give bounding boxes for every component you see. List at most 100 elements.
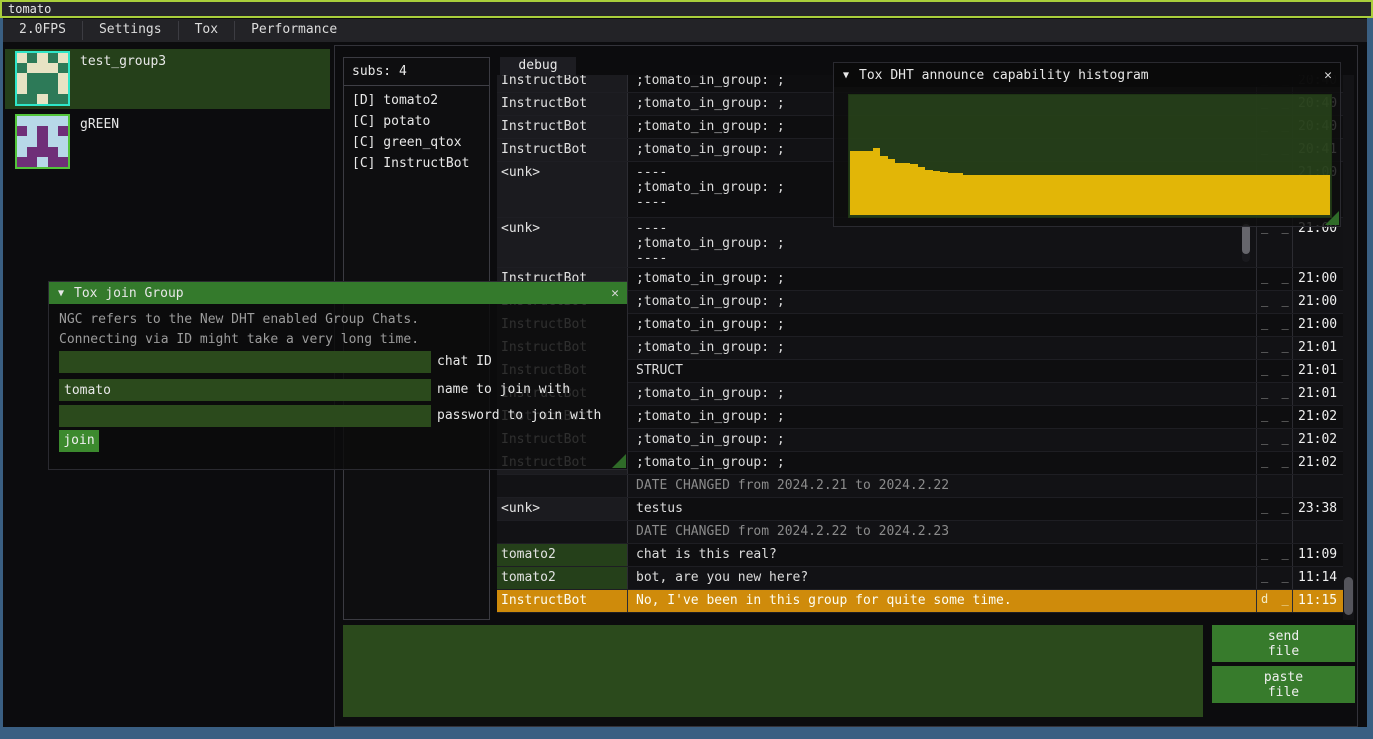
histogram-bar — [1210, 175, 1218, 215]
message-scrollbar[interactable] — [1242, 222, 1250, 262]
chat-row[interactable]: InstructBotNo, I've been in this group f… — [497, 590, 1343, 613]
chat-id-label: chat ID — [431, 351, 492, 373]
message-sender[interactable]: <unk> — [497, 162, 628, 217]
message-status — [1256, 475, 1292, 497]
resize-grip-icon[interactable] — [1325, 211, 1339, 225]
message-timestamp: 21:00 — [1292, 268, 1342, 290]
histogram-bar — [1165, 175, 1173, 215]
histogram-bar — [1060, 175, 1068, 215]
menu-item-performance[interactable]: Performance — [235, 19, 353, 42]
avatar-pixel — [37, 94, 47, 104]
avatar-pixel — [48, 73, 58, 83]
histogram-bar — [1083, 175, 1091, 215]
member-row-tomato2[interactable]: [D] tomato2 — [344, 90, 489, 111]
message-status: _ _ — [1256, 498, 1292, 520]
join-password-input[interactable] — [59, 405, 431, 427]
avatar-pixel — [17, 53, 27, 63]
chat-row[interactable]: <unk>testus_ _23:38 — [497, 498, 1343, 521]
paste-file-button[interactable]: paste file — [1212, 666, 1355, 703]
close-icon[interactable]: ✕ — [1316, 68, 1340, 83]
avatar-pixel — [58, 63, 68, 73]
fps-indicator: 2.0FPS — [3, 19, 82, 42]
histogram-bar — [978, 175, 986, 215]
message-status: _ _ — [1256, 337, 1292, 359]
chat-system-row[interactable]: DATE CHANGED from 2024.2.21 to 2024.2.22 — [497, 475, 1343, 498]
avatar-pixel — [37, 126, 47, 136]
histogram-bar — [1150, 175, 1158, 215]
histogram-bar — [1278, 175, 1286, 215]
message-sender[interactable]: <unk> — [497, 218, 628, 267]
join-button[interactable]: join — [59, 430, 99, 452]
chat-id-input[interactable] — [59, 351, 431, 373]
message-sender — [497, 475, 628, 497]
send-file-button[interactable]: send file — [1212, 625, 1355, 662]
window-title: tomato — [8, 2, 51, 16]
histogram-bar — [955, 173, 963, 215]
avatar-pixel — [17, 94, 27, 104]
message-timestamp: 21:01 — [1292, 383, 1342, 405]
screen: tomato 2.0FPSSettingsToxPerformance test… — [0, 0, 1373, 739]
avatar-pixel — [48, 63, 58, 73]
histogram-bar — [1315, 175, 1323, 215]
histogram-bar — [888, 159, 896, 215]
chat-row[interactable]: tomato2bot, are you new here?_ _11:14 — [497, 567, 1343, 590]
histogram-bar — [903, 163, 911, 215]
chat-row[interactable]: tomato2chat is this real?_ _11:09 — [497, 544, 1343, 567]
message-sender[interactable]: InstructBot — [497, 590, 628, 612]
histogram-bar — [895, 163, 903, 215]
system-message-text: DATE CHANGED from 2024.2.22 to 2024.2.23 — [628, 521, 1256, 543]
subs-header: subs: 4 — [344, 58, 489, 83]
collapse-arrow-icon[interactable]: ▼ — [49, 288, 74, 299]
message-sender[interactable]: InstructBot — [497, 93, 628, 115]
chat-system-row[interactable]: DATE CHANGED from 2024.2.22 to 2024.2.23 — [497, 521, 1343, 544]
menu-item-settings[interactable]: Settings — [83, 19, 178, 42]
chat-scrollbar[interactable] — [1343, 75, 1354, 620]
message-scrollbar-thumb[interactable] — [1242, 224, 1250, 254]
message-sender[interactable]: tomato2 — [497, 544, 628, 566]
member-list: [D] tomato2[C] potato[C] green_qtox[C] I… — [344, 90, 489, 174]
histogram-bar — [1090, 175, 1098, 215]
chat-scrollbar-thumb[interactable] — [1344, 577, 1353, 615]
avatar-pixel — [27, 73, 37, 83]
histogram-bar — [1030, 175, 1038, 215]
avatar-pixel — [17, 63, 27, 73]
histogram-bar — [1240, 175, 1248, 215]
member-row-potato[interactable]: [C] potato — [344, 111, 489, 132]
histogram-bar — [1143, 175, 1151, 215]
join-name-input[interactable] — [59, 379, 431, 401]
avatar-pixel — [17, 136, 27, 146]
avatar-pixel — [37, 136, 47, 146]
contact-row-test_group3[interactable]: test_group3 — [5, 49, 330, 109]
message-sender[interactable]: InstructBot — [497, 116, 628, 138]
avatar-pixel — [48, 116, 58, 126]
message-status: d _ — [1256, 590, 1292, 612]
close-icon[interactable]: ✕ — [603, 286, 627, 301]
member-row-InstructBot[interactable]: [C] InstructBot — [344, 153, 489, 174]
join-group-title: Tox join Group — [74, 286, 603, 301]
histogram-bar — [918, 167, 926, 215]
message-sender[interactable]: InstructBot — [497, 139, 628, 161]
tab-debug[interactable]: debug — [500, 57, 576, 75]
message-sender[interactable]: InstructBot — [497, 75, 628, 92]
member-row-green_qtox[interactable]: [C] green_qtox — [344, 132, 489, 153]
menu-item-tox[interactable]: Tox — [179, 19, 234, 42]
message-sender[interactable]: <unk> — [497, 498, 628, 520]
dht-histogram-plot[interactable] — [848, 94, 1332, 218]
window-titlebar[interactable]: tomato — [0, 0, 1373, 18]
message-status: _ _ — [1256, 383, 1292, 405]
contact-row-gREEN[interactable]: gREEN — [5, 112, 330, 172]
message-sender[interactable]: tomato2 — [497, 567, 628, 589]
avatar-pixel — [27, 63, 37, 73]
histogram-bar — [850, 151, 858, 215]
collapse-arrow-icon[interactable]: ▼ — [834, 70, 859, 81]
resize-grip-icon[interactable] — [612, 454, 626, 468]
menu-bar: 2.0FPSSettingsToxPerformance — [3, 19, 1367, 42]
dht-histogram-titlebar[interactable]: ▼ Tox DHT announce capability histogram … — [834, 63, 1340, 87]
histogram-bar — [873, 148, 881, 215]
message-status: _ _ — [1256, 360, 1292, 382]
join-group-titlebar[interactable]: ▼ Tox join Group ✕ — [49, 282, 627, 304]
histogram-bar — [1218, 175, 1226, 215]
message-input[interactable] — [343, 625, 1203, 717]
histogram-bar — [1308, 175, 1316, 215]
histogram-bar — [1203, 175, 1211, 215]
